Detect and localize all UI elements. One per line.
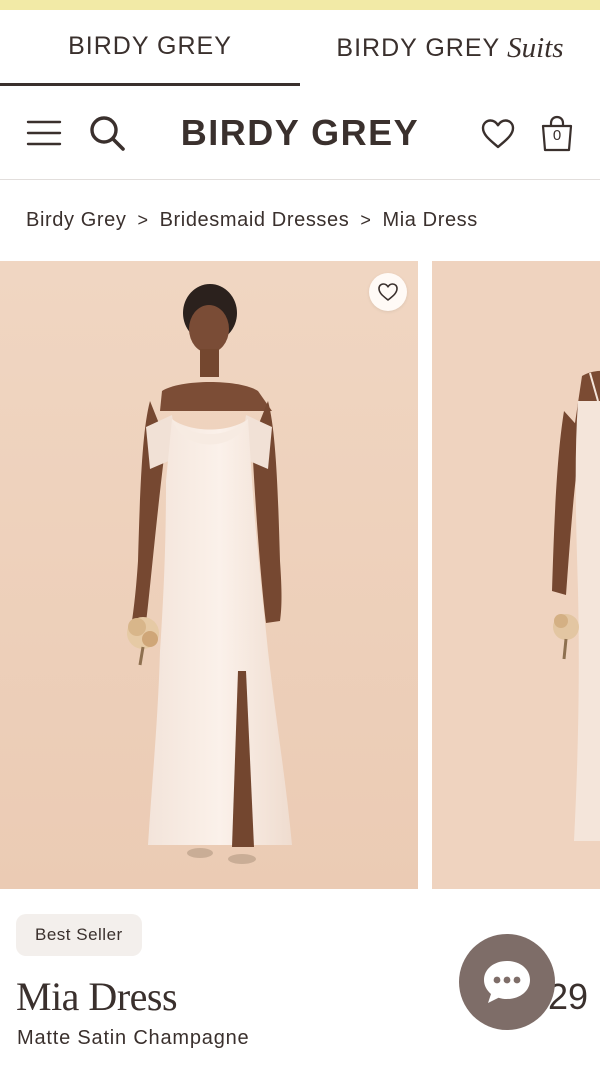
tab-birdy-grey[interactable]: BIRDY GREY [0, 10, 300, 86]
product-title: Mia Dress [16, 974, 178, 1019]
best-seller-badge: Best Seller [16, 914, 142, 956]
chat-bubble-icon [484, 961, 530, 1003]
site-logo[interactable]: BIRDY GREY [150, 110, 450, 156]
product-image-gallery[interactable] [0, 261, 600, 889]
breadcrumb-separator: > [137, 209, 149, 230]
product-color-name: Matte Satin Champagne [17, 1027, 250, 1049]
brand-tabs: BIRDY GREY BIRDY GREY Suits [0, 10, 600, 86]
tab-birdy-grey-label: BIRDY GREY [68, 32, 232, 60]
product-photo-alternate[interactable] [432, 261, 600, 889]
search-icon[interactable] [86, 112, 128, 154]
site-header: BIRDY GREY 0 [0, 86, 600, 180]
shopping-bag-icon[interactable]: 0 [534, 112, 580, 156]
breadcrumb-home[interactable]: Birdy Grey [26, 209, 126, 232]
promo-strip [0, 0, 600, 10]
breadcrumb-category[interactable]: Bridesmaid Dresses [160, 209, 350, 232]
tab-birdy-grey-suits[interactable]: BIRDY GREY Suits [300, 10, 600, 86]
wishlist-heart-icon[interactable] [476, 114, 520, 154]
breadcrumb-current: Mia Dress [382, 208, 478, 231]
tab-suits-label: BIRDY GREY [336, 33, 501, 62]
cart-count: 0 [552, 127, 562, 144]
chat-button[interactable] [459, 934, 555, 1030]
breadcrumb: Birdy Grey > Bridesmaid Dresses > Mia Dr… [26, 205, 478, 235]
favorite-heart-icon[interactable] [369, 273, 407, 311]
tab-suits-script: Suits [507, 31, 564, 64]
menu-icon[interactable] [24, 116, 64, 150]
breadcrumb-separator: > [360, 209, 372, 230]
product-photo-front[interactable] [0, 261, 418, 889]
